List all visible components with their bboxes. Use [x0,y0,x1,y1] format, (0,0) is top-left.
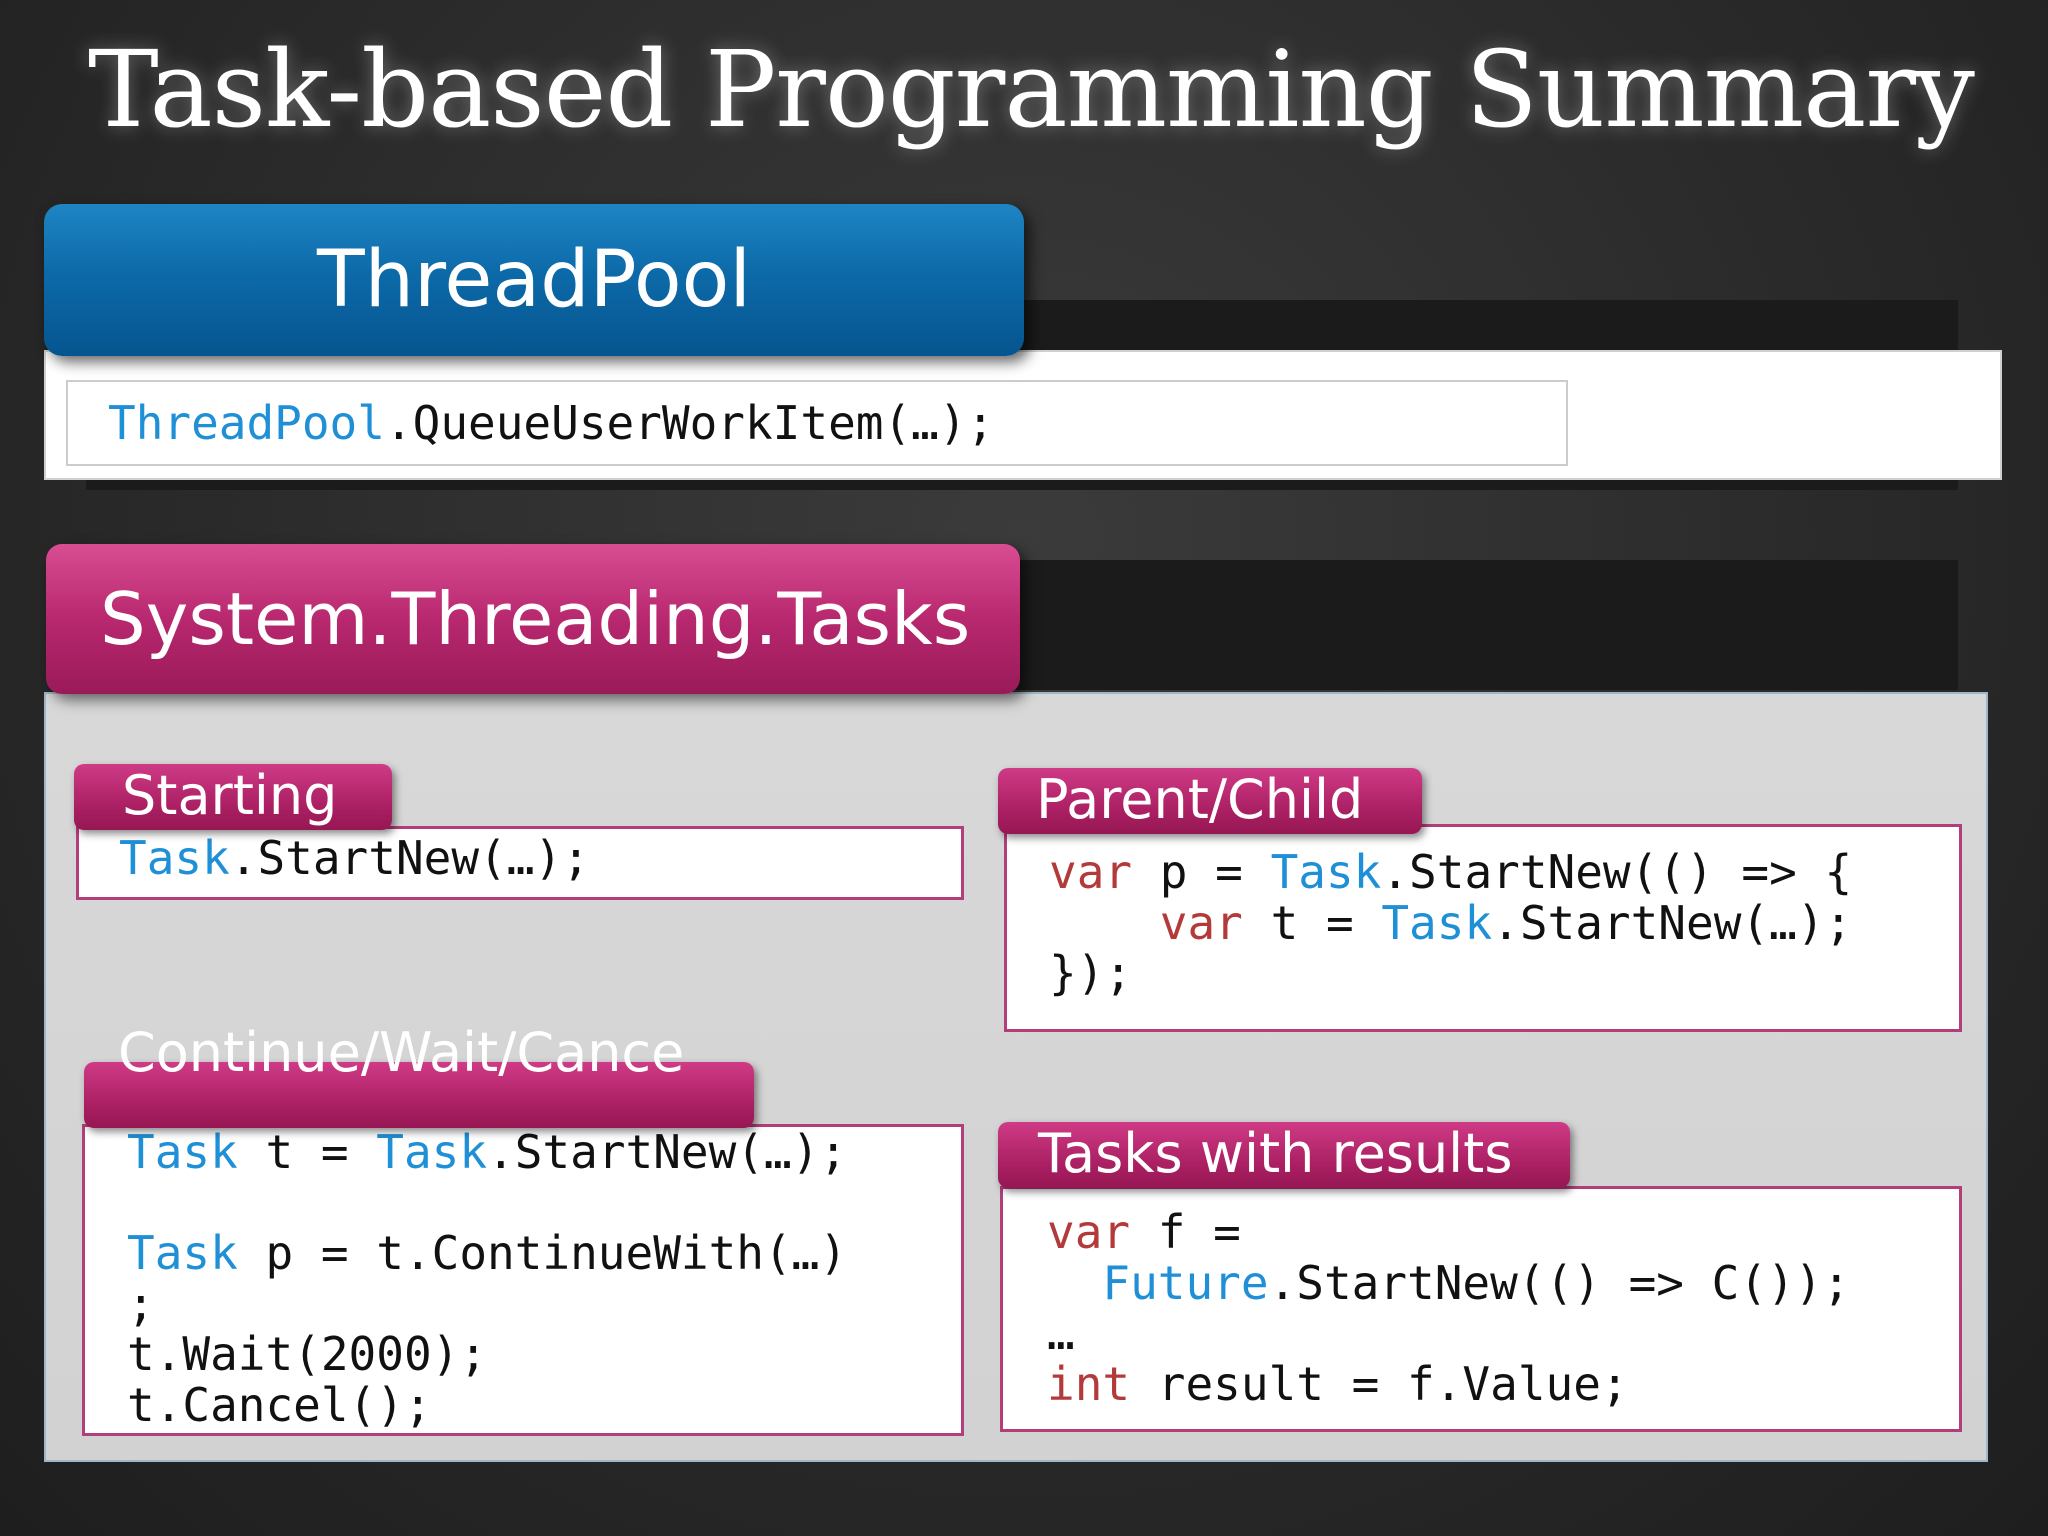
continue-tab: Continue/Wait/Cance [84,1026,754,1128]
tasks-header: System.Threading.Tasks [46,544,1020,694]
code-text: t.Cancel(); [127,1377,432,1432]
code-type: Task [1270,845,1382,899]
threadpool-code-box: ThreadPool.QueueUserWorkItem(…); [66,380,1568,466]
code-text: ; [127,1276,155,1331]
code-text: .StartNew(() => { [1381,845,1853,899]
parent-child-tab: Parent/Child [998,768,1422,834]
continue-code-box: Task t = Task.StartNew(…); Task p = t.Co… [82,1124,964,1436]
results-tab: Tasks with results [998,1122,1570,1188]
code-text: p = t.ContinueWith(…) [237,1226,848,1281]
tasks-header-label: System.Threading.Tasks [100,577,971,661]
results-tab-label: Tasks with results [1038,1122,1513,1185]
code-type: Future [1102,1255,1269,1310]
continue-tab-label: Continue/Wait/Cance [118,1021,685,1084]
code-text: result = f.Value; [1130,1356,1629,1411]
code-type: Task [376,1125,488,1179]
threadpool-header-label: ThreadPool [316,235,752,325]
parent-child-tab-label: Parent/Child [1036,768,1364,831]
code-text: .StartNew(…); [487,1125,848,1179]
code-keyword: int [1047,1356,1131,1411]
code-keyword: var [1159,895,1243,950]
code-text: … [1047,1306,1075,1361]
code-text: .QueueUserWorkItem(…); [384,396,995,450]
parent-child-code-box: var p = Task.StartNew(() => { var t = Ta… [1004,824,1962,1032]
code-type: Task [127,1125,238,1179]
slide-title: Task-based Programming Summary [88,28,1975,151]
threadpool-header: ThreadPool [44,204,1024,356]
code-text: .StartNew(…); [229,831,590,885]
starting-code-box: Task.StartNew(…); [76,826,964,900]
results-code-box: var f = Future.StartNew(() => C()); … in… [1000,1186,1962,1432]
code-text: .StartNew(…); [1492,895,1853,950]
code-text: .StartNew(() => C()); [1268,1255,1851,1310]
starting-tab-label: Starting [122,764,338,827]
starting-tab: Starting [74,764,392,830]
code-text: t = [1242,895,1382,950]
code-type: Task [1381,895,1493,950]
code-keyword: var [1049,845,1133,899]
code-keyword: var [1047,1205,1131,1259]
code-type: Task [119,831,230,885]
code-text: f = [1130,1205,1241,1259]
code-type: Task [127,1226,238,1281]
code-text: p = [1132,845,1271,899]
code-text: t.Wait(2000); [127,1327,488,1382]
code-text: t = [237,1125,377,1179]
code-text: }); [1049,946,1133,1001]
code-type: ThreadPool [108,396,385,450]
